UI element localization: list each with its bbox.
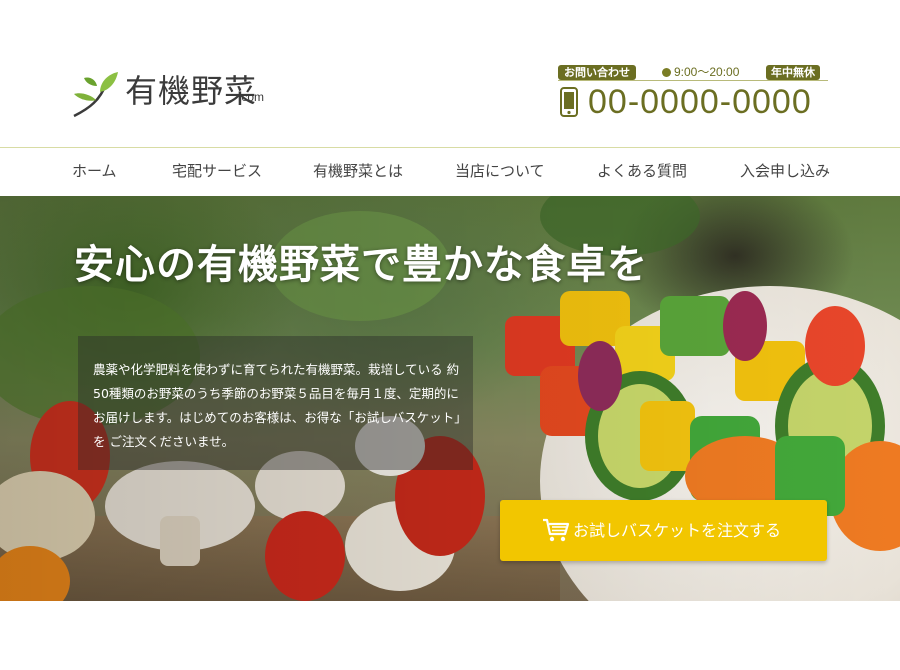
cta-label: お試しバスケットを注文する: [573, 521, 782, 540]
open-all-year-badge: 年中無休: [766, 65, 820, 80]
logo-suffix: .com: [238, 90, 265, 104]
shopping-cart-icon: [543, 518, 570, 542]
nav-item-faq[interactable]: よくある質問: [597, 148, 687, 196]
nav-item-signup[interactable]: 入会申し込み: [740, 148, 830, 196]
order-trial-basket-button[interactable]: お試しバスケットを注文する: [500, 500, 827, 561]
phone-number: 00-0000-0000: [588, 83, 812, 121]
nav-item-home[interactable]: ホーム: [72, 148, 117, 196]
logo-text: 有機野菜: [125, 72, 258, 110]
site-header: 有機野菜 .com お問い合わせ 9:00〜20:00 年中無休 00-0000…: [0, 0, 900, 147]
nav-item-about-organic[interactable]: 有機野菜とは: [313, 148, 403, 196]
nav-item-delivery-service[interactable]: 宅配サービス: [172, 148, 262, 196]
hero-description-box: 農薬や化学肥料を使わずに育てられた有機野菜。栽培している 約50種類のお野菜のう…: [78, 336, 473, 470]
contact-meta: お問い合わせ 9:00〜20:00 年中無休: [558, 65, 828, 81]
inquiry-badge: お問い合わせ: [558, 65, 636, 80]
hero-title: 安心の有機野菜で豊かな食卓を: [74, 242, 648, 288]
clock-dot-icon: [662, 68, 671, 77]
site-logo[interactable]: 有機野菜 .com: [70, 64, 280, 124]
hero-banner: 安心の有機野菜で豊かな食卓を 農薬や化学肥料を使わずに育てられた有機野菜。栽培し…: [0, 196, 900, 601]
leaf-sprout-icon: [73, 72, 118, 118]
contact-divider: [558, 80, 828, 81]
smartphone-icon: [560, 87, 578, 117]
page-below-hero: [0, 601, 900, 670]
business-hours: 9:00〜20:00: [662, 65, 739, 80]
contact-info: お問い合わせ 9:00〜20:00 年中無休 00-0000-0000: [558, 63, 828, 123]
nav-item-about-shop[interactable]: 当店について: [455, 148, 545, 196]
business-hours-text: 9:00〜20:00: [674, 65, 740, 79]
global-nav: ホーム 宅配サービス 有機野菜とは 当店について よくある質問 入会申し込み: [0, 147, 900, 197]
hero-description: 農薬や化学肥料を使わずに育てられた有機野菜。栽培している 約50種類のお野菜のう…: [93, 362, 461, 449]
